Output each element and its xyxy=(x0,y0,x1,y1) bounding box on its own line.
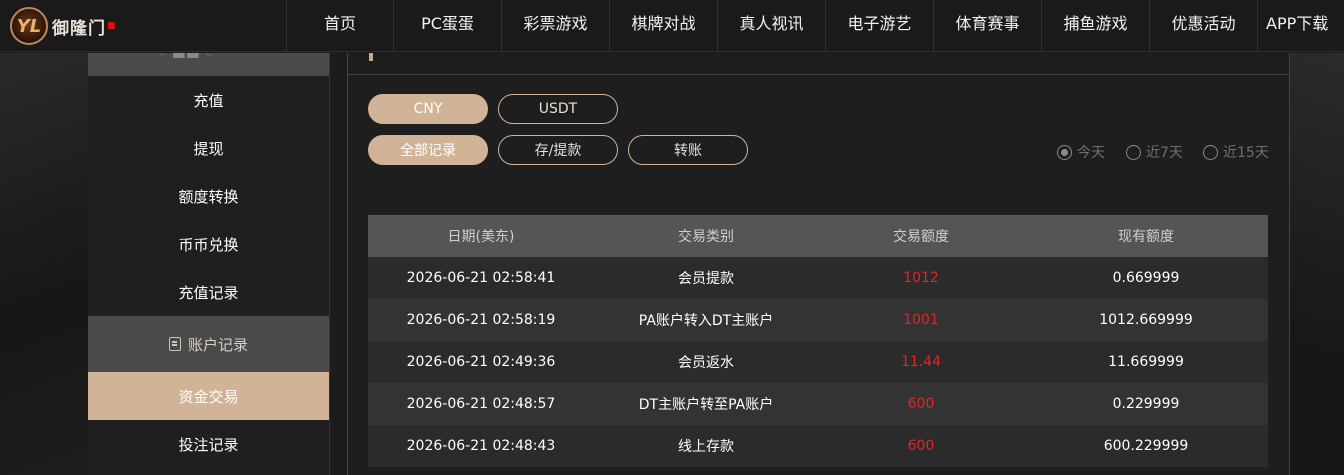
transactions-table: 日期(美东) 交易类别 交易额度 现有额度 2026-06-21 02:58:4… xyxy=(368,215,1268,467)
document-icon xyxy=(168,337,181,351)
cell-type: DT主账户转至PA账户 xyxy=(638,397,774,413)
background-right xyxy=(1290,53,1344,475)
cell-date: 2026-06-21 02:49:36 xyxy=(406,354,556,370)
col-header-amount: 交易额度 xyxy=(893,229,949,245)
sidebar-item-fund-transactions[interactable]: 资金交易 xyxy=(88,372,329,420)
sidebar-item-bet-records[interactable]: 投注记录 xyxy=(88,420,329,468)
radio-label: 近15天 xyxy=(1223,145,1269,161)
nav-item-chess-cards[interactable]: 棋牌对战 xyxy=(609,0,717,52)
table-row: 2026-06-21 02:58:19 PA账户转入DT主账户 1001 101… xyxy=(368,299,1268,341)
cell-amount: 11.44 xyxy=(900,354,942,370)
sidebar-group-header-partial: ◦ ▬▬ ◦ xyxy=(88,53,329,76)
nav-item-slots[interactable]: 电子游艺 xyxy=(825,0,933,52)
top-nav-bar: YL 御隆门 ■ 首页 PC蛋蛋 彩票游戏 棋牌对战 真人视讯 电子游艺 体育赛事… xyxy=(0,0,1344,52)
radio-dot-icon xyxy=(1126,144,1141,160)
filter-transfer-button[interactable]: 转账 xyxy=(628,135,748,165)
cell-amount: 600 xyxy=(907,438,935,454)
logo-emblem-icon: YL xyxy=(10,7,48,45)
sidebar-item-deposit-records[interactable]: 充值记录 xyxy=(88,268,329,316)
nav-item-fishing[interactable]: 捕鱼游戏 xyxy=(1041,0,1149,52)
cell-amount: 1012 xyxy=(903,270,939,286)
sidebar-header-cutoff-glyphs: ◦ ▬▬ ◦ xyxy=(158,53,214,63)
date-range-today-radio[interactable]: 今天 xyxy=(1057,142,1105,162)
main-panel: CNY USDT 全部记录 存/提款 转账 今天 近7天 近15天 日期(美东)… xyxy=(347,53,1290,475)
sidebar-item-crypto-exchange[interactable]: 币币兑换 xyxy=(88,220,329,268)
logo-text: 御隆门 xyxy=(52,18,106,39)
nav-item-live-casino[interactable]: 真人视讯 xyxy=(717,0,825,52)
nav-item-lottery[interactable]: 彩票游戏 xyxy=(501,0,609,52)
cell-date: 2026-06-21 02:48:57 xyxy=(406,396,556,412)
table-row: 2026-06-21 02:49:36 会员返水 11.44 11.669999 xyxy=(368,341,1268,383)
currency-usdt-button[interactable]: USDT xyxy=(498,94,618,124)
date-range-7days-radio[interactable]: 近7天 xyxy=(1126,142,1183,162)
date-range-15days-radio[interactable]: 近15天 xyxy=(1203,142,1269,162)
nav-item-sports[interactable]: 体育赛事 xyxy=(933,0,1041,52)
nav-item-home[interactable]: 首页 xyxy=(286,0,393,52)
nav-item-app-download[interactable]: APP下载 xyxy=(1257,0,1344,52)
col-header-date: 日期(美东) xyxy=(447,229,515,245)
background-left xyxy=(0,53,88,475)
sidebar-item-transfer[interactable]: 额度转换 xyxy=(88,172,329,220)
account-sidebar: ◦ ▬▬ ◦ 充值 提现 额度转换 币币兑换 充值记录 账户记录 资金交易 投注… xyxy=(88,53,330,475)
sidebar-item-deposit[interactable]: 充值 xyxy=(88,76,329,124)
table-row: 2026-06-21 02:48:43 线上存款 600 600.229999 xyxy=(368,425,1268,467)
table-row: 2026-06-21 02:48:57 DT主账户转至PA账户 600 0.22… xyxy=(368,383,1268,425)
logo-dot-icon: ■ xyxy=(107,21,116,31)
cell-date: 2026-06-21 02:48:43 xyxy=(406,438,556,454)
cell-type: 会员返水 xyxy=(678,355,734,371)
cell-balance: 1012.669999 xyxy=(1099,312,1193,328)
radio-label: 近7天 xyxy=(1146,145,1183,161)
radio-dot-icon xyxy=(1057,144,1072,160)
cell-type: 会员提款 xyxy=(678,271,734,287)
panel-header-partial xyxy=(348,53,1289,75)
cell-amount: 1001 xyxy=(903,312,939,328)
currency-cny-button[interactable]: CNY xyxy=(368,94,488,124)
filter-all-records-button[interactable]: 全部记录 xyxy=(368,135,488,165)
sidebar-group-label: 账户记录 xyxy=(187,335,248,354)
sidebar-group-account-records[interactable]: 账户记录 xyxy=(88,316,329,372)
sidebar-item-withdraw[interactable]: 提现 xyxy=(88,124,329,172)
filter-deposit-withdraw-button[interactable]: 存/提款 xyxy=(498,135,618,165)
table-header: 日期(美东) 交易类别 交易额度 现有额度 xyxy=(368,215,1268,257)
cell-type: PA账户转入DT主账户 xyxy=(638,313,774,329)
cell-type: 线上存款 xyxy=(678,439,734,455)
title-accent-bar xyxy=(369,53,373,61)
nav-item-pc28[interactable]: PC蛋蛋 xyxy=(393,0,501,52)
main-nav: 首页 PC蛋蛋 彩票游戏 棋牌对战 真人视讯 电子游艺 体育赛事 捕鱼游戏 优惠… xyxy=(286,0,1344,52)
cell-balance: 600.229999 xyxy=(1103,438,1189,454)
table-row: 2026-06-21 02:58:41 会员提款 1012 0.669999 xyxy=(368,257,1268,299)
cell-balance: 0.229999 xyxy=(1112,396,1180,412)
col-header-balance: 现有额度 xyxy=(1118,229,1174,245)
cell-date: 2026-06-21 02:58:41 xyxy=(406,270,556,286)
radio-label: 今天 xyxy=(1077,145,1105,161)
nav-item-promotions[interactable]: 优惠活动 xyxy=(1149,0,1257,52)
cell-amount: 600 xyxy=(907,396,935,412)
cell-balance: 11.669999 xyxy=(1108,354,1184,370)
radio-dot-icon xyxy=(1203,144,1218,160)
site-logo[interactable]: YL 御隆门 ■ xyxy=(0,0,286,52)
cell-date: 2026-06-21 02:58:19 xyxy=(406,312,556,328)
cell-balance: 0.669999 xyxy=(1112,270,1180,286)
col-header-type: 交易类别 xyxy=(678,229,734,245)
